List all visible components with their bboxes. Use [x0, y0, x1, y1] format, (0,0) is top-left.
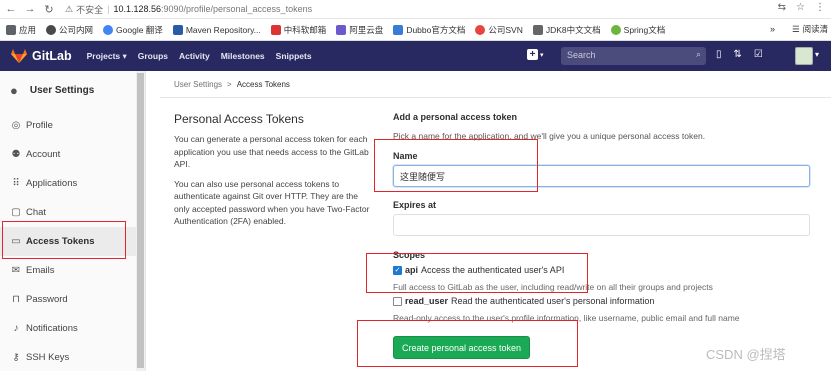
profile-icon: ◎: [11, 120, 21, 131]
bookmark-item[interactable]: 阿里云盘: [336, 24, 383, 36]
issues-icon[interactable]: ▯: [716, 49, 722, 60]
dubbo-icon: [393, 24, 404, 35]
apps-grid-icon: [6, 24, 16, 35]
page-title: Personal Access Tokens: [174, 112, 304, 126]
maven-icon: [172, 24, 183, 35]
breadcrumb: User Settings > Access Tokens: [174, 80, 290, 89]
google-icon: [103, 24, 114, 35]
gitlab-header: GitLab Projects ▾ Groups Activity Milest…: [0, 41, 831, 71]
breadcrumb-separator: >: [227, 80, 232, 89]
mail-icon: ✉: [11, 265, 21, 276]
bookmark-item[interactable]: Maven Repository...: [172, 24, 261, 35]
url-host: 10.1.128.56: [113, 4, 161, 14]
bell-icon: ♪: [13, 323, 19, 334]
watermark: CSDN @捏塔: [706, 347, 786, 362]
plus-icon: +: [527, 49, 538, 60]
url-field[interactable]: ⚠ 不安全 | 10.1.128.56:9090/profile/persona…: [65, 3, 312, 16]
bookmark-item[interactable]: Google 翻译: [103, 24, 163, 36]
sidebar-item-account[interactable]: ⚉ Account: [0, 140, 136, 169]
bookmarks-more-button[interactable]: »: [770, 24, 775, 34]
chrome-icon: [475, 24, 486, 35]
mail-bookmark-icon: [270, 24, 281, 35]
merge-requests-icon[interactable]: ⇅: [734, 49, 742, 60]
user-icon: ●: [10, 82, 18, 98]
sidebar-item-applications[interactable]: ⠿ Applications: [0, 169, 136, 198]
annotation-box: [357, 320, 578, 367]
annotation-box: [2, 221, 126, 259]
bookmark-item[interactable]: 中科软邮箱: [270, 24, 326, 36]
star-icon[interactable]: ☆: [796, 2, 805, 13]
forward-icon[interactable]: →: [22, 1, 38, 17]
scope-read-user-desc: Read the authenticated user's personal i…: [451, 296, 655, 306]
form-heading: Add a personal access token: [393, 112, 518, 122]
chat-icon: ▢: [11, 207, 21, 218]
url-path: :9090/profile/personal_access_tokens: [160, 4, 313, 14]
nav-milestones[interactable]: Milestones: [221, 51, 265, 61]
sidebar-item-notifications[interactable]: ♪ Notifications: [0, 314, 136, 343]
spring-icon: [610, 24, 621, 35]
sidebar-item-emails[interactable]: ✉ Emails: [0, 256, 136, 285]
scope-read-user-checkbox[interactable]: [393, 296, 402, 306]
account-icon: ⚉: [11, 149, 21, 160]
sidebar-header[interactable]: ● User Settings: [0, 71, 145, 109]
menu-icon[interactable]: ⋮: [815, 2, 825, 13]
intro-paragraph-2: You can also use personal access tokens …: [174, 178, 370, 227]
ssh-key-icon: ⚷: [12, 352, 20, 363]
gitlab-brand[interactable]: GitLab: [32, 49, 72, 63]
annotation-box: [374, 139, 538, 192]
search-input[interactable]: Search ⌕: [561, 47, 706, 65]
expires-at-field[interactable]: [393, 214, 810, 236]
annotation-box: [366, 253, 588, 293]
divider: [160, 97, 831, 98]
breadcrumb-current: Access Tokens: [236, 80, 290, 89]
new-dropdown-button[interactable]: + ▾: [527, 49, 544, 60]
scope-read-user: read_user Read the authenticated user's …: [393, 296, 654, 306]
bookmark-item[interactable]: 公司SVN: [475, 24, 523, 36]
insecure-label: 不安全: [76, 4, 104, 15]
token-form: Add a personal access token Pick a name …: [393, 112, 811, 359]
chevron-down-icon: ▾: [540, 51, 544, 59]
search-placeholder: Search: [567, 50, 596, 60]
doc-icon: [532, 24, 543, 35]
bookmark-item[interactable]: Dubbo官方文档: [393, 24, 465, 36]
nav-projects[interactable]: Projects ▾: [87, 51, 127, 62]
main-nav: Projects ▾ Groups Activity Milestones Sn…: [87, 51, 312, 62]
reload-icon[interactable]: ↻: [41, 1, 57, 17]
applications-icon: ⠿: [12, 178, 20, 189]
sidebar-item-password[interactable]: ⊓ Password: [0, 285, 136, 314]
nav-activity[interactable]: Activity: [179, 51, 210, 61]
sidebar-title: User Settings: [29, 84, 95, 96]
expires-label: Expires at: [393, 200, 437, 210]
reading-list-icon: ☰: [792, 23, 800, 34]
bookmarks-bar: 应用 公司内网 Google 翻译 Maven Repository... 中科…: [0, 19, 831, 41]
breadcrumb-parent[interactable]: User Settings: [174, 80, 222, 89]
cloud-drive-icon: [336, 24, 347, 35]
search-icon: ⌕: [695, 49, 701, 59]
intro-paragraph-1: You can generate a personal access token…: [174, 134, 369, 169]
bookmark-apps[interactable]: 应用: [6, 24, 36, 36]
scrollbar-thumb[interactable]: [137, 73, 144, 368]
sidebar-item-profile[interactable]: ◎ Profile: [0, 111, 136, 140]
bookmark-item[interactable]: Spring文档: [610, 24, 665, 36]
nav-groups[interactable]: Groups: [138, 51, 168, 61]
bookmark-item[interactable]: 公司内网: [46, 24, 93, 36]
nav-snippets[interactable]: Snippets: [276, 51, 312, 61]
lock-icon: ⊓: [12, 294, 20, 305]
url-separator: |: [107, 4, 110, 14]
back-icon[interactable]: ←: [3, 1, 19, 17]
browser-address-bar: ← → ↻ ⚠ 不安全 | 10.1.128.56:9090/profile/p…: [0, 0, 831, 19]
warning-icon: ⚠: [65, 3, 74, 14]
chevron-down-icon[interactable]: ▾: [815, 50, 819, 59]
sidebar-item-ssh-keys[interactable]: ⚷ SSH Keys: [0, 343, 136, 371]
translate-icon[interactable]: ⇆: [778, 2, 786, 13]
sidebar-scrollbar[interactable]: [136, 71, 145, 371]
scope-read-user-name: read_user: [405, 296, 449, 306]
todos-icon[interactable]: ☑: [754, 49, 763, 60]
gitlab-logo-icon[interactable]: [11, 49, 27, 63]
globe-icon: [46, 24, 57, 35]
intro-section: Personal Access Tokens You can generate …: [174, 112, 372, 235]
bookmark-item[interactable]: JDK8中文文档: [532, 24, 601, 36]
avatar[interactable]: [795, 47, 813, 65]
reading-list-button[interactable]: ☰ 阅读清: [792, 23, 828, 35]
